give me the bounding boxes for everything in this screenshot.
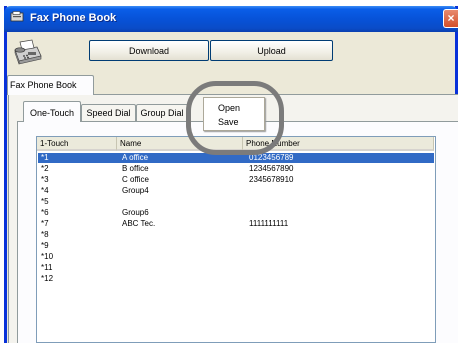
download-button[interactable]: Download: [89, 40, 209, 61]
table-row[interactable]: *6 Group6: [38, 208, 434, 218]
table-row[interactable]: *8: [38, 230, 434, 240]
table-row[interactable]: *10: [38, 252, 434, 262]
table-row[interactable]: *12: [38, 274, 434, 284]
cell-name: C office: [122, 175, 149, 184]
cell-name: B office: [122, 164, 149, 173]
cell-touch: *11: [41, 263, 53, 272]
cell-phone: 2345678910: [249, 175, 294, 184]
cell-touch: *9: [41, 241, 49, 250]
table-row[interactable]: *4 Group4: [38, 186, 434, 196]
tab-group-dial[interactable]: Group Dial: [136, 104, 188, 121]
cell-touch: *2: [41, 164, 49, 173]
cell-touch: *12: [41, 274, 54, 283]
upload-button[interactable]: Upload: [210, 40, 333, 61]
cell-touch: *1: [41, 153, 49, 162]
table-row[interactable]: *11: [38, 263, 434, 273]
table-row[interactable]: *2 B office 1234567890: [38, 164, 434, 174]
tab-speed-dial[interactable]: Speed Dial: [81, 104, 136, 121]
table-row[interactable]: *3 C office 2345678910: [38, 175, 434, 185]
tab-fax-phone-book[interactable]: Fax Phone Book: [7, 75, 94, 95]
cell-touch: *7: [41, 219, 49, 228]
cell-phone: 1111111111: [249, 219, 289, 228]
cell-touch: *10: [41, 252, 54, 261]
cell-name: Group6: [122, 208, 149, 217]
cell-phone: 1234567890: [249, 164, 294, 173]
window-title: Fax Phone Book: [30, 12, 117, 24]
cell-touch: *4: [41, 186, 49, 195]
cell-touch: *6: [41, 208, 49, 217]
close-button[interactable]: ×: [443, 9, 458, 28]
cell-touch: *8: [41, 230, 49, 239]
table-row[interactable]: *5: [38, 197, 434, 207]
cell-name: ABC Tec.: [122, 219, 156, 228]
tab-one-touch[interactable]: One-Touch: [23, 101, 81, 122]
column-header-1-touch[interactable]: 1-Touch: [37, 137, 117, 151]
highlight-ring: [186, 81, 284, 155]
fax-book-icon: [10, 11, 24, 22]
cell-name: A office: [122, 153, 149, 162]
fax-machine-icon: [14, 39, 42, 65]
table-row[interactable]: *9: [38, 241, 434, 251]
table-row[interactable]: *7 ABC Tec. 1111111111: [38, 219, 434, 229]
cell-touch: *5: [41, 197, 49, 206]
cell-touch: *3: [41, 175, 49, 184]
cell-name: Group4: [122, 186, 149, 195]
